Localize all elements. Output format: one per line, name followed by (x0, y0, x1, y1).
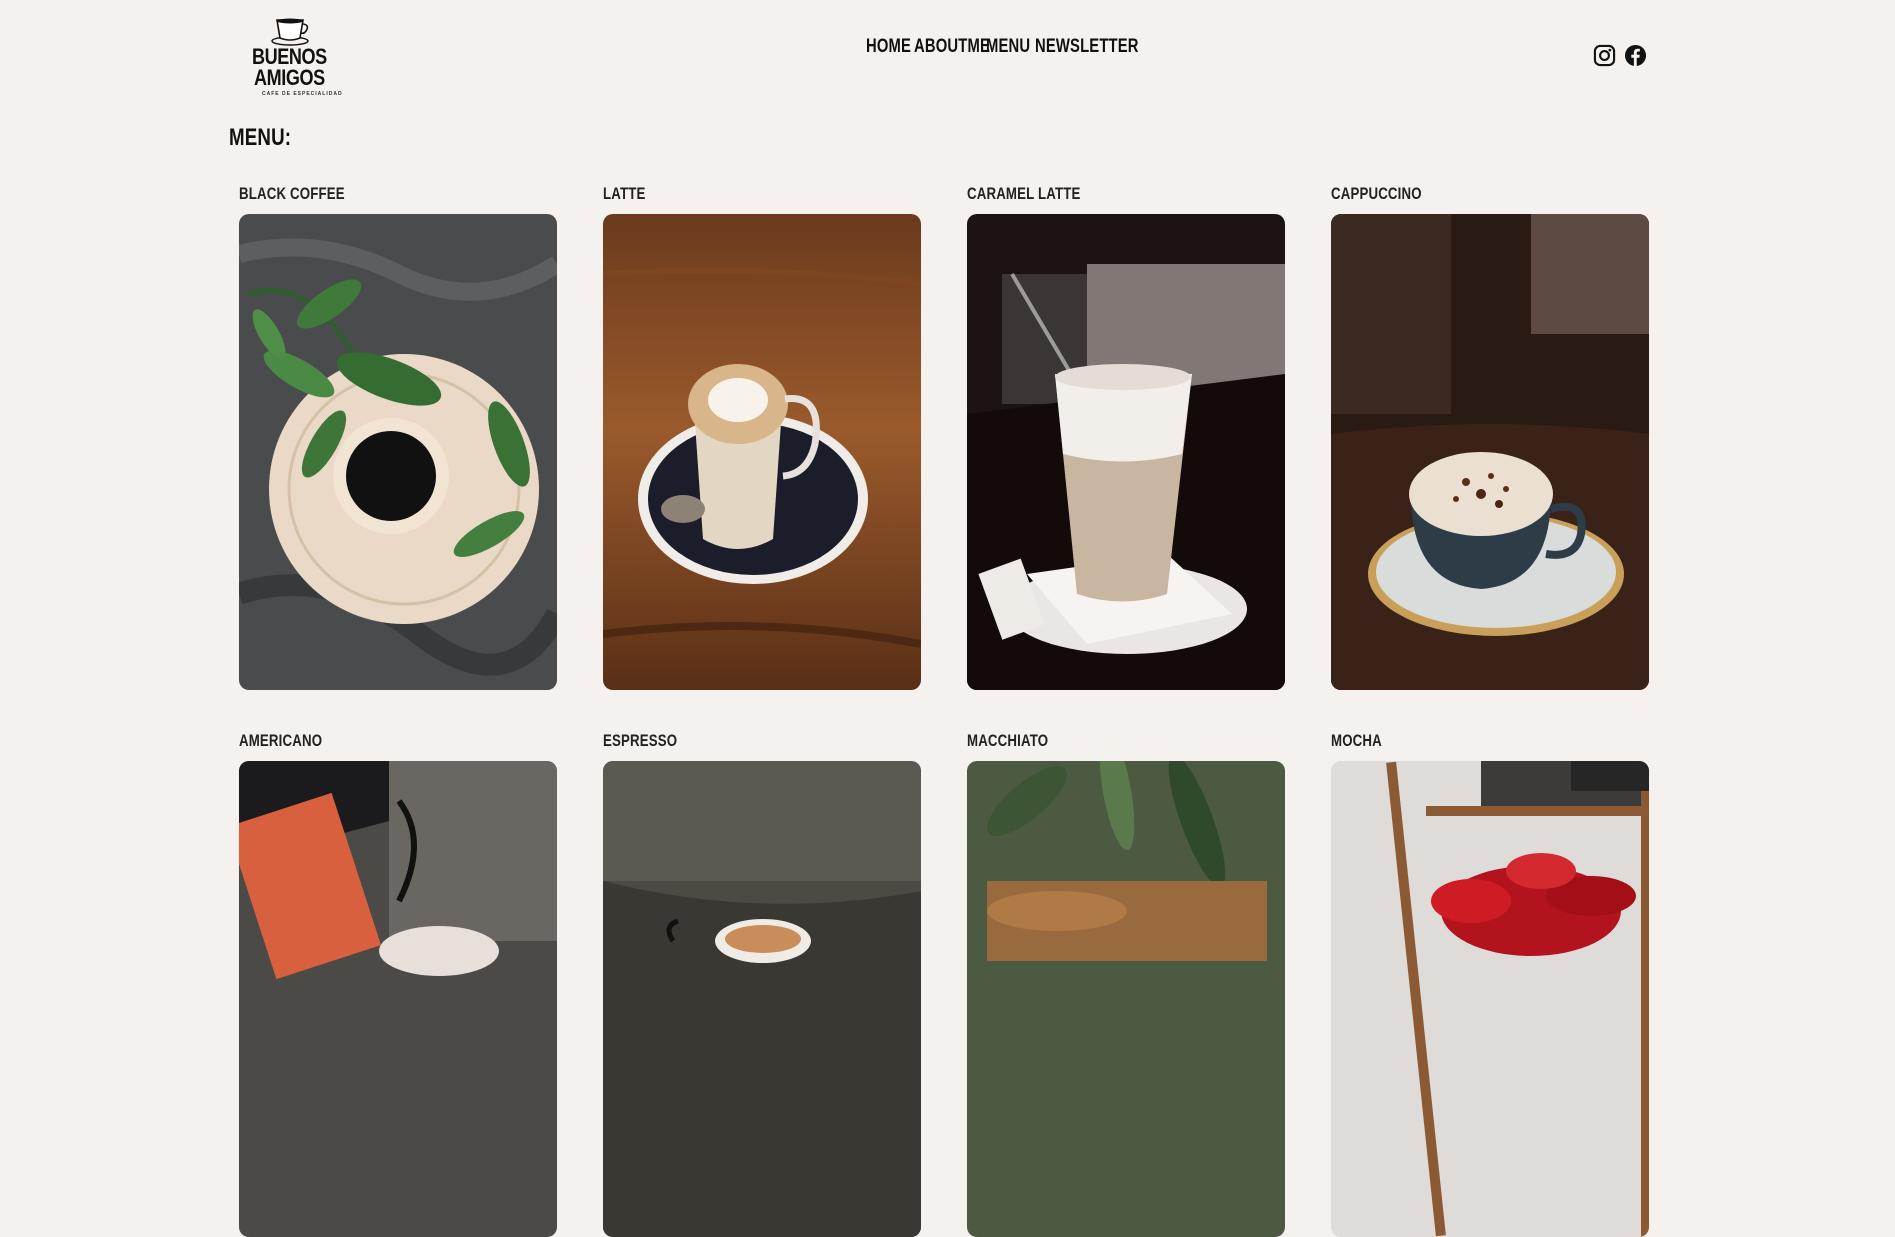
nav-aboutme-link[interactable]: ABOUTME (914, 36, 990, 58)
menu-heading: MENU: (229, 124, 292, 151)
brand-logo[interactable]: BUENOS AMIGOS CAFE DE ESPECIALIDAD (248, 16, 342, 100)
espresso-photo (603, 761, 921, 1237)
black-coffee-photo (239, 214, 557, 690)
brand-tagline: CAFE DE ESPECIALIDAD (262, 91, 343, 97)
menu-item-title: LATTE (603, 184, 646, 203)
menu-item-title: CAPPUCCINO (1331, 184, 1422, 203)
instagram-icon[interactable] (1593, 44, 1616, 67)
nav-menu-link[interactable]: MENU (986, 36, 1030, 58)
menu-item-title: CARAMEL LATTE (967, 184, 1081, 203)
menu-item-title: MACCHIATO (967, 731, 1049, 750)
menu-item-title: BLACK COFFEE (239, 184, 345, 203)
brand-name-line2: AMIGOS (254, 65, 325, 90)
facebook-icon[interactable] (1624, 44, 1647, 67)
social-links (1593, 44, 1647, 67)
coffee-cup-logo-icon (271, 18, 309, 46)
nav-home-link[interactable]: HOME (866, 36, 911, 58)
nav-newsletter-link[interactable]: NEWSLETTER (1035, 36, 1139, 58)
latte-photo (603, 214, 921, 690)
menu-item-title: ESPRESSO (603, 731, 678, 750)
mocha-photo (1331, 761, 1649, 1237)
menu-item-title: MOCHA (1331, 731, 1382, 750)
americano-photo (239, 761, 557, 1237)
menu-item-title: AMERICANO (239, 731, 323, 750)
macchiato-photo (967, 761, 1285, 1237)
caramel-latte-photo (967, 214, 1285, 690)
cappuccino-photo (1331, 214, 1649, 690)
